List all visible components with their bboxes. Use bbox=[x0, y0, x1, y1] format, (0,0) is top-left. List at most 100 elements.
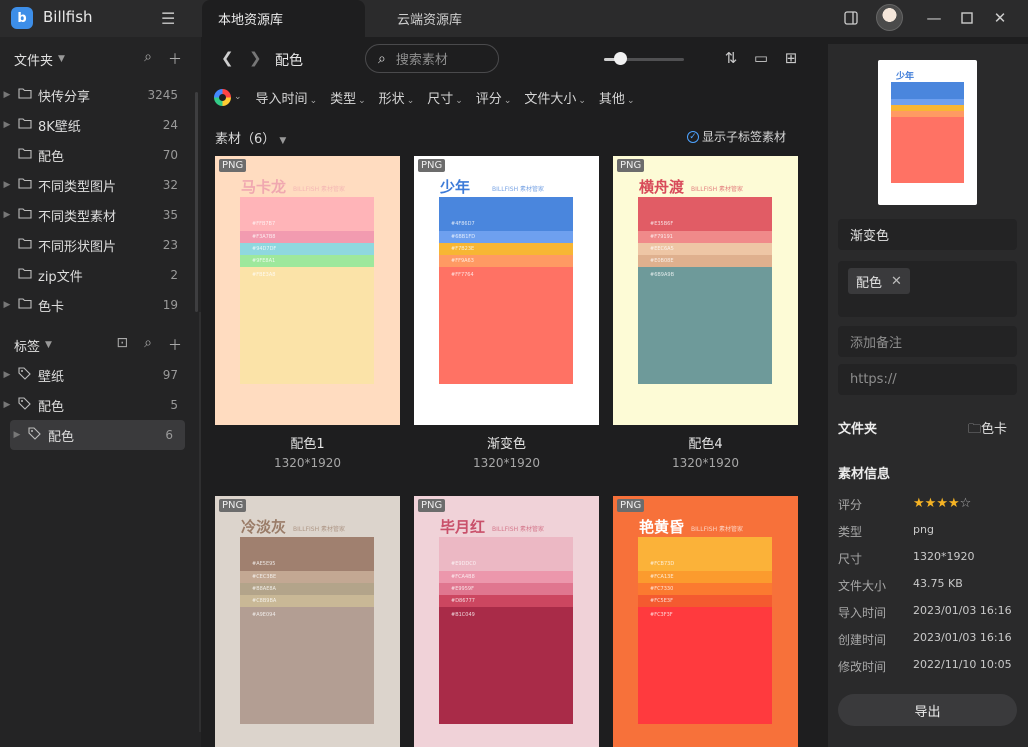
asset-count[interactable]: 素材（6） ▼ bbox=[215, 128, 286, 147]
tag-chip[interactable]: 配色 ✕ bbox=[848, 268, 910, 294]
tags-field[interactable]: 配色 ✕ bbox=[838, 261, 1017, 317]
sidebar-tag-item[interactable]: ▶ 配色 6 bbox=[10, 420, 185, 450]
search-input[interactable]: ⌕ 搜索素材 bbox=[365, 44, 499, 73]
chevron-down-icon: ⌄ bbox=[309, 95, 318, 106]
sidebar-folder-item[interactable]: ▶ 8K壁纸 24 bbox=[0, 110, 190, 140]
preview-image[interactable]: 少年 bbox=[878, 60, 977, 205]
export-button[interactable]: 导出 bbox=[838, 694, 1017, 726]
filter-dropdown[interactable]: 类型 ⌄ bbox=[330, 88, 366, 107]
show-subtag-toggle[interactable]: ✓ 显示子标签素材 bbox=[687, 128, 786, 145]
tag-icon bbox=[18, 396, 36, 414]
file-type-badge: PNG bbox=[219, 159, 247, 172]
sidebar-folder-item[interactable]: ▶ 不同类型素材 35 bbox=[0, 200, 190, 230]
filter-dropdown[interactable]: 评分 ⌄ bbox=[476, 88, 512, 107]
chevron-down-icon[interactable]: ▼ bbox=[45, 340, 52, 350]
zoom-slider-knob[interactable] bbox=[614, 52, 627, 65]
asset-thumbnail[interactable]: PNG 冷淡灰 BILLFISH 素材管家 #AE5E95 #CEC3BE #B8AE8A… bbox=[215, 496, 400, 747]
name-field[interactable]: 渐变色 bbox=[838, 219, 1017, 250]
filter-dropdown[interactable]: 文件大小 ⌄ bbox=[524, 88, 586, 107]
sidebar-tag-item[interactable]: ▶ 配色 5 bbox=[0, 390, 190, 420]
rating-stars[interactable]: ★★★★☆ bbox=[913, 496, 971, 513]
asset-card[interactable]: PNG 少年 BILLFISH 素材管家 #4F86D7 #6BB1FD #F7B23E #… bbox=[414, 156, 599, 470]
tab-cloud-library[interactable]: 云端资源库 bbox=[367, 0, 497, 37]
asset-thumbnail[interactable]: PNG 横舟渡 BILLFISH 素材管家 #E35B6F #F79191 #EEC6A5… bbox=[613, 156, 798, 425]
close-icon[interactable]: ✕ bbox=[989, 7, 1011, 29]
search-icon[interactable]: ⌕ bbox=[144, 335, 152, 355]
minimize-icon[interactable]: — bbox=[923, 7, 945, 29]
panel-toggle-icon[interactable] bbox=[840, 7, 862, 29]
star-icon[interactable]: ★ bbox=[936, 496, 948, 511]
info-key: 文件大小 bbox=[838, 579, 887, 593]
monitor-icon[interactable]: ▭ bbox=[751, 49, 771, 67]
add-icon[interactable]: ＋ bbox=[168, 49, 182, 69]
remove-tag-icon[interactable]: ✕ bbox=[891, 274, 902, 289]
add-icon[interactable]: ＋ bbox=[168, 335, 182, 355]
maximize-icon[interactable] bbox=[956, 7, 978, 29]
folders-header[interactable]: 文件夹 ▼ ⌕ ＋ bbox=[0, 44, 190, 74]
hamburger-menu-icon[interactable]: ☰ bbox=[161, 9, 175, 28]
star-icon[interactable]: ★ bbox=[913, 496, 925, 511]
expand-arrow-icon[interactable]: ▶ bbox=[0, 400, 14, 410]
asset-card[interactable]: PNG 横舟渡 BILLFISH 素材管家 #E35B6F #F79191 #EEC6A5… bbox=[613, 156, 798, 470]
tag-icon bbox=[28, 426, 46, 444]
search-icon[interactable]: ⌕ bbox=[144, 49, 152, 69]
asset-card[interactable]: PNG 马卡龙 BILLFISH 素材管家 #FFB7B7 #F3A7B8 #94D7DF… bbox=[215, 156, 400, 470]
expand-arrow-icon[interactable]: ▶ bbox=[10, 430, 24, 440]
expand-arrow-icon[interactable]: ▶ bbox=[0, 300, 14, 310]
expand-arrow-icon[interactable]: ▶ bbox=[0, 120, 14, 130]
back-icon[interactable]: ❮ bbox=[221, 49, 234, 67]
thumbnail-subtitle: BILLFISH 素材管家 bbox=[492, 186, 545, 193]
stripe-hex: #E0B08E bbox=[650, 258, 674, 264]
sidebar-folder-item[interactable]: ▶ 快传分享 3245 bbox=[0, 80, 190, 110]
tab-local-library[interactable]: 本地资源库 bbox=[202, 0, 365, 37]
tag-count: 97 bbox=[162, 368, 178, 382]
filter-dropdown[interactable]: 形状 ⌄ bbox=[379, 88, 415, 107]
star-icon[interactable]: ☆ bbox=[960, 496, 972, 511]
bookmark-icon[interactable]: ⊡ bbox=[116, 335, 128, 355]
sidebar-folder-item[interactable]: 配色 70 bbox=[0, 140, 190, 170]
breadcrumb: 配色 bbox=[275, 53, 303, 69]
tags-header[interactable]: 标签 ▼ ⊡ ⌕ ＋ bbox=[0, 330, 190, 360]
sort-icon[interactable]: ⇅ bbox=[721, 49, 741, 67]
folder-count: 32 bbox=[162, 178, 178, 192]
sidebar-folder-item[interactable]: 不同形状图片 23 bbox=[0, 230, 190, 260]
file-type-badge: PNG bbox=[617, 499, 645, 512]
asset-card[interactable]: PNG 毕月红 BILLFISH 素材管家 #E9DDC0 #FCA4B8 #E9959F… bbox=[414, 496, 599, 747]
chevron-down-icon: ⌄ bbox=[455, 95, 463, 106]
asset-thumbnail[interactable]: PNG 少年 BILLFISH 素材管家 #4F86D7 #6BB1FD #F7B23E #… bbox=[414, 156, 599, 425]
folder-value[interactable]: 🗀色卡 bbox=[968, 418, 1007, 442]
color-filter-icon[interactable] bbox=[214, 88, 231, 106]
note-input[interactable]: 添加备注 bbox=[838, 326, 1017, 357]
star-icon[interactable]: ★ bbox=[948, 496, 960, 511]
layout-grid-icon[interactable]: ⊞ bbox=[781, 49, 801, 67]
expand-arrow-icon[interactable]: ▶ bbox=[0, 90, 14, 100]
forward-icon[interactable]: ❯ bbox=[249, 49, 262, 67]
filter-dropdown[interactable]: 其他 ⌄ bbox=[599, 88, 635, 107]
filter-dropdown[interactable]: 尺寸 ⌄ bbox=[427, 88, 463, 107]
chevron-down-icon[interactable]: ▼ bbox=[58, 54, 65, 64]
asset-card[interactable]: PNG 冷淡灰 BILLFISH 素材管家 #AE5E95 #CEC3BE #B8AE8A… bbox=[215, 496, 400, 747]
folder-label: 不同类型素材 bbox=[38, 209, 117, 225]
filter-dropdown[interactable]: 导入时间 ⌄ bbox=[256, 88, 318, 107]
sidebar-folder-item[interactable]: ▶ 不同类型图片 32 bbox=[0, 170, 190, 200]
sidebar-tag-item[interactable]: ▶ 壁纸 97 bbox=[0, 360, 190, 390]
asset-thumbnail[interactable]: PNG 马卡龙 BILLFISH 素材管家 #FFB7B7 #F3A7B8 #94D7DF… bbox=[215, 156, 400, 425]
tags-title: 标签 bbox=[14, 339, 41, 355]
folder-icon bbox=[18, 87, 36, 103]
url-input[interactable]: https:// bbox=[838, 364, 1017, 395]
sidebar-folder-item[interactable]: ▶ 色卡 19 bbox=[0, 290, 190, 320]
palette-stripe: #6BB1FD bbox=[439, 231, 573, 243]
asset-card[interactable]: PNG 艳黄昏 BILLFISH 素材管家 #FCB73D #FCA13E #FC7330… bbox=[613, 496, 798, 747]
star-icon[interactable]: ★ bbox=[925, 496, 937, 511]
palette-stripe: #FCB73D bbox=[638, 537, 772, 571]
chevron-down-icon[interactable]: ⌄ bbox=[234, 92, 242, 102]
expand-arrow-icon[interactable]: ▶ bbox=[0, 180, 14, 190]
asset-thumbnail[interactable]: PNG 艳黄昏 BILLFISH 素材管家 #FCB73D #FCA13E #FC7330… bbox=[613, 496, 798, 747]
sidebar-folder-item[interactable]: zip文件 2 bbox=[0, 260, 190, 290]
sidebar-scrollbar[interactable] bbox=[195, 92, 198, 312]
expand-arrow-icon[interactable]: ▶ bbox=[0, 370, 14, 380]
avatar[interactable] bbox=[876, 4, 903, 31]
expand-arrow-icon[interactable]: ▶ bbox=[0, 210, 14, 220]
info-key: 类型 bbox=[838, 525, 863, 539]
asset-thumbnail[interactable]: PNG 毕月红 BILLFISH 素材管家 #E9DDC0 #FCA4B8 #E9959F… bbox=[414, 496, 599, 747]
